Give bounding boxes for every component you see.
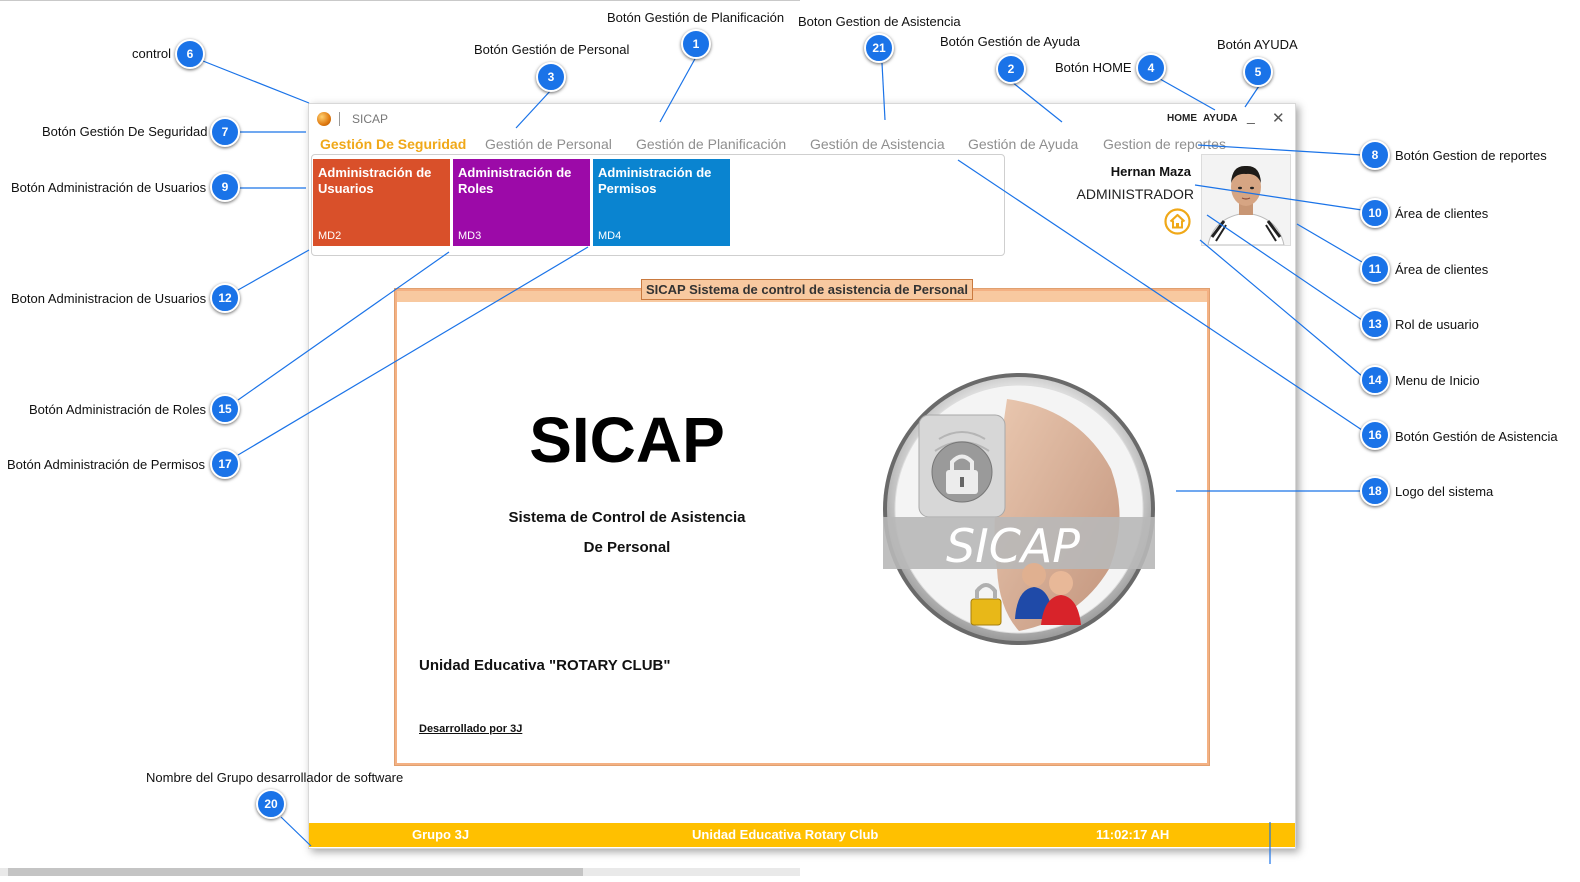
- tile-administracion-usuarios[interactable]: Administración de Usuarios MD2: [313, 159, 450, 246]
- tab-gestion-personal[interactable]: Gestión de Personal: [485, 136, 612, 152]
- callout-label-20: Nombre del Grupo desarrollador de softwa…: [146, 770, 404, 785]
- callout-badge-7: 7: [210, 117, 240, 147]
- callout-label-8: Botón Gestion de reportes: [1395, 148, 1547, 163]
- scrollbar-thumb[interactable]: [8, 868, 583, 876]
- tile-label: Administración de Permisos: [598, 165, 712, 196]
- callout-label-4: Botón HOME: [1055, 60, 1132, 75]
- horizontal-scrollbar[interactable]: [0, 868, 800, 876]
- callout-badge-14: 14: [1360, 365, 1390, 395]
- callout-badge-2: 2: [996, 54, 1026, 84]
- callout-label-15: Botón Administración de Roles: [29, 402, 207, 417]
- developed-by-label: Desarrollado por 3J: [419, 723, 523, 735]
- content-frame-title: SICAP Sistema de control de asistencia d…: [641, 279, 973, 300]
- callout-label-3: Botón Gestión de Personal: [474, 42, 630, 57]
- tile-code: MD3: [458, 230, 482, 242]
- user-name: Hernan Maza: [1110, 164, 1191, 179]
- callout-label-17: Botón Administración de Permisos: [7, 457, 205, 472]
- home-icon[interactable]: [1164, 208, 1191, 235]
- minimize-icon[interactable]: _: [1247, 108, 1255, 124]
- callout-badge-4: 4: [1136, 53, 1166, 83]
- home-button[interactable]: HOME: [1167, 113, 1197, 124]
- ayuda-button[interactable]: AYUDA: [1203, 113, 1238, 124]
- ribbon-panel: Administración de Usuarios MD2 Administr…: [311, 154, 1005, 256]
- tile-label: Administración de Roles: [458, 165, 572, 196]
- callout-badge-9: 9: [210, 172, 240, 202]
- callout-badge-1: 1: [681, 29, 711, 59]
- tab-gestion-planificacion[interactable]: Gestión de Planificación: [636, 136, 786, 152]
- callout-label-14: Menu de Inicio: [1395, 373, 1480, 388]
- callout-label-10: Área de clientes: [1395, 206, 1489, 221]
- close-icon[interactable]: ✕: [1272, 109, 1285, 127]
- callout-badge-8: 8: [1360, 140, 1390, 170]
- callout-badge-11: 11: [1360, 254, 1390, 284]
- main-content-frame: SICAP Sistema de control de asistencia d…: [395, 279, 1209, 765]
- tab-gestion-seguridad[interactable]: Gestión De Seguridad: [320, 136, 466, 152]
- callout-badge-3: 3: [536, 62, 566, 92]
- status-group-name: Grupo 3J: [412, 827, 470, 842]
- tile-administracion-roles[interactable]: Administración de Roles MD3: [453, 159, 590, 246]
- status-bar: Grupo 3J Unidad Educativa Rotary Club 11…: [309, 823, 1295, 847]
- tab-gestion-ayuda[interactable]: Gestión de Ayuda: [968, 136, 1078, 152]
- callout-label-13: Rol de usuario: [1395, 317, 1479, 332]
- callout-badge-10: 10: [1360, 198, 1390, 228]
- callout-badge-13: 13: [1360, 309, 1390, 339]
- callout-label-2: Botón Gestión de Ayuda: [940, 34, 1080, 49]
- system-logo: SICAP: [883, 373, 1155, 645]
- tab-gestion-reportes[interactable]: Gestion de reportes: [1103, 136, 1226, 152]
- callout-label-1: Botón Gestión de Planificación: [607, 10, 785, 25]
- app-logo-icon: [317, 112, 331, 126]
- user-avatar: [1201, 154, 1291, 246]
- callout-badge-17: 17: [210, 449, 240, 479]
- callout-label-6: control: [132, 46, 172, 61]
- user-role: ADMINISTRADOR: [1076, 186, 1194, 202]
- app-window: SICAP HOME AYUDA _ ✕ Gestión De Segurida…: [308, 103, 1296, 849]
- status-clock: 11:02:17 AH: [1096, 827, 1170, 842]
- callout-label-5: Botón AYUDA: [1217, 37, 1298, 52]
- callout-label-9: Botón Administración de Usuarios: [11, 180, 207, 195]
- tile-code: MD4: [598, 230, 622, 242]
- user-photo-icon: [1202, 155, 1290, 245]
- logo-text: SICAP: [946, 519, 1080, 573]
- school-name: Unidad Educativa "ROTARY CLUB": [419, 657, 671, 674]
- callout-badge-20: 20: [256, 789, 286, 819]
- system-subtitle-line1: Sistema de Control de Asistencia: [508, 509, 746, 526]
- callout-label-16: Botón Gestión de Asistencia: [1395, 429, 1558, 444]
- callout-badge-16: 16: [1360, 420, 1390, 450]
- callout-badge-18: 18: [1360, 476, 1390, 506]
- title-separator: [339, 112, 340, 126]
- callout-badge-21: 21: [864, 33, 894, 63]
- callout-label-11: Área de clientes: [1395, 262, 1489, 277]
- tile-label: Administración de Usuarios: [318, 165, 432, 196]
- callout-badge-5: 5: [1243, 57, 1273, 87]
- system-title: SICAP: [529, 404, 725, 476]
- callout-badge-6: 6: [175, 39, 205, 69]
- callout-label-18: Logo del sistema: [1395, 484, 1494, 499]
- callout-badge-12: 12: [210, 283, 240, 313]
- window-title: SICAP: [352, 112, 389, 126]
- callout-label-21: Boton Gestion de Asistencia: [798, 14, 961, 29]
- status-school-name: Unidad Educativa Rotary Club: [692, 827, 879, 842]
- callout-label-12: Boton Administracion de Usuarios: [11, 291, 207, 306]
- tab-gestion-asistencia[interactable]: Gestión de Asistencia: [810, 136, 945, 152]
- system-subtitle-line2: De Personal: [583, 539, 671, 556]
- top-border-line: [0, 0, 800, 1]
- callout-label-7: Botón Gestión De Seguridad: [42, 124, 208, 139]
- callout-badge-15: 15: [210, 394, 240, 424]
- tile-administracion-permisos[interactable]: Administración de Permisos MD4: [593, 159, 730, 246]
- tile-code: MD2: [318, 230, 342, 242]
